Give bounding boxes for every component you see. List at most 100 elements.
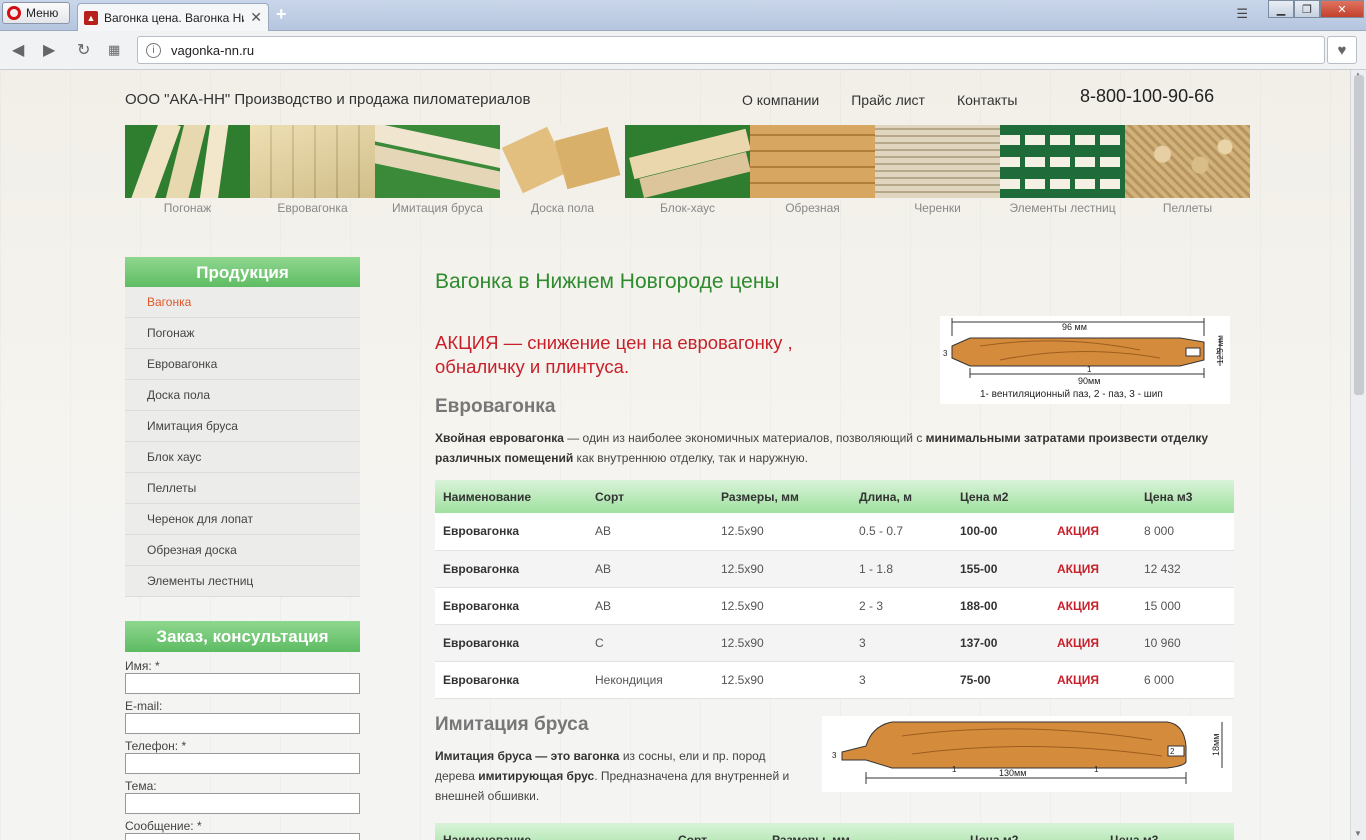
category-pellety[interactable]: Пеллеты bbox=[1125, 125, 1250, 215]
cell-name: Евровагонка bbox=[435, 661, 587, 699]
category-elementy-lestnic[interactable]: Элементы лестниц bbox=[1000, 125, 1125, 215]
cell-promo: АКЦИЯ bbox=[1049, 587, 1136, 625]
cell-name: Евровагонка bbox=[435, 624, 587, 662]
bookmark-heart-icon[interactable]: ♥ bbox=[1327, 36, 1357, 64]
cell-grade: Некондиция bbox=[587, 661, 713, 699]
dimension-top: 96 мм bbox=[1062, 322, 1087, 332]
marker-2b: 2 bbox=[1170, 747, 1175, 756]
cell-size: 12.5х90 bbox=[713, 624, 851, 662]
category-label: Пеллеты bbox=[1162, 201, 1213, 215]
phone-field[interactable] bbox=[125, 753, 360, 774]
reload-icon[interactable]: ↻ bbox=[77, 40, 90, 60]
marker-1b: 1 bbox=[952, 765, 957, 774]
sidebar-item-vagonka[interactable]: Вагонка bbox=[125, 287, 360, 318]
cell-promo: АКЦИЯ bbox=[1049, 624, 1136, 662]
table-header-row: Наименование Сорт Размеры, мм Длина, м Ц… bbox=[435, 480, 1234, 513]
sidebar-item-obreznaya[interactable]: Обрезная доска bbox=[125, 535, 360, 566]
col-name: Наименование bbox=[435, 823, 670, 840]
page-title: Вагонка в Нижнем Новгороде цены bbox=[435, 270, 780, 293]
imit-bold-1: Имитация бруса — это вагонка bbox=[435, 749, 620, 763]
sidebar-item-pellety[interactable]: Пеллеты bbox=[125, 473, 360, 504]
nav-pricelist[interactable]: Прайс лист bbox=[851, 92, 925, 108]
category-blok-haus[interactable]: Блок-хаус bbox=[625, 125, 750, 215]
subject-field[interactable] bbox=[125, 793, 360, 814]
sidebar-item-imitaciya-brusa[interactable]: Имитация бруса bbox=[125, 411, 360, 442]
cell-grade: АВ bbox=[587, 550, 713, 588]
window-controls: ▁ ❐ ✕ bbox=[1268, 0, 1364, 18]
sidebar-item-evrovagonka[interactable]: Евровагонка bbox=[125, 349, 360, 380]
cell-length: 2 - 3 bbox=[851, 587, 952, 625]
minimize-icon[interactable]: ▁ bbox=[1268, 0, 1294, 18]
site-info-icon[interactable]: i bbox=[146, 42, 161, 58]
forward-arrow-icon[interactable]: ▶ bbox=[43, 40, 55, 60]
page-scrollbar[interactable]: ▲ ▼ bbox=[1350, 70, 1366, 840]
order-heading: Заказ, консультация bbox=[125, 621, 360, 652]
name-label: Имя: * bbox=[125, 659, 160, 673]
evrovagonka-profile-diagram: 96 мм 90мм 1 2 3 12.5 мм 1- вентиляционн… bbox=[940, 316, 1230, 404]
message-field[interactable] bbox=[125, 833, 360, 840]
cell-price-m3: 15 000 bbox=[1136, 587, 1234, 625]
category-imitaciya-brusa[interactable]: Имитация бруса bbox=[375, 125, 500, 215]
sidebar-item-doska-pola[interactable]: Доска пола bbox=[125, 380, 360, 411]
maximize-icon[interactable]: ❐ bbox=[1294, 0, 1320, 18]
category-image bbox=[250, 125, 375, 198]
cell-size: 12.5х90 bbox=[713, 587, 851, 625]
diagram-legend: 1- вентиляционный паз, 2 - паз, 3 - шип bbox=[980, 389, 1163, 400]
site-favicon-icon: ▲ bbox=[84, 10, 98, 25]
marker-1c: 1 bbox=[1094, 765, 1099, 774]
email-label: E-mail: bbox=[125, 699, 163, 713]
category-obreznaya[interactable]: Обрезная bbox=[750, 125, 875, 215]
sidebar-item-lestnicy[interactable]: Элементы лестниц bbox=[125, 566, 360, 597]
tab-menu-icon[interactable]: ☰ bbox=[1236, 6, 1248, 22]
col-price-m2: Цена м2 bbox=[962, 823, 1102, 840]
category-label: Черенки bbox=[914, 201, 961, 215]
tab-close-icon[interactable]: ✕ bbox=[250, 9, 262, 26]
evrovagonka-intro: Хвойная евровагонка — один из наиболее э… bbox=[435, 428, 1235, 468]
cell-grade: АВ bbox=[587, 513, 713, 551]
category-image bbox=[500, 125, 625, 198]
cell-price-m2: 188-00 bbox=[952, 587, 1049, 625]
sidebar-item-pogonazh[interactable]: Погонаж bbox=[125, 318, 360, 349]
cell-price-m3: 8 000 bbox=[1136, 513, 1234, 551]
intro-text-1: — один из наиболее экономичных материало… bbox=[563, 431, 926, 445]
profile-drawing-2: 130мм 1 1 2 3 18мм bbox=[832, 721, 1223, 784]
category-cherenki[interactable]: Черенки bbox=[875, 125, 1000, 215]
scroll-down-icon[interactable]: ▼ bbox=[1354, 829, 1362, 838]
cell-grade: С bbox=[587, 624, 713, 662]
message-label: Сообщение: * bbox=[125, 819, 202, 833]
nav-contacts[interactable]: Контакты bbox=[957, 92, 1017, 108]
url-input[interactable]: i vagonka-nn.ru bbox=[137, 36, 1325, 64]
back-arrow-icon[interactable]: ◀ bbox=[12, 40, 24, 60]
phone-label: Телефон: * bbox=[125, 739, 187, 753]
browser-tab[interactable]: ▲ Вагонка цена. Вагонка Ни ✕ bbox=[77, 3, 269, 31]
email-field[interactable] bbox=[125, 713, 360, 734]
cell-promo: АКЦИЯ bbox=[1049, 550, 1136, 588]
category-label: Погонаж bbox=[163, 201, 212, 215]
nav-about[interactable]: О компании bbox=[742, 92, 819, 108]
table-header-row: Наименование Сорт Размеры, мм Цена м2 Це… bbox=[435, 823, 1234, 840]
cell-grade: АВ bbox=[587, 587, 713, 625]
name-field[interactable] bbox=[125, 673, 360, 694]
sidebar-item-cherenok[interactable]: Черенок для лопат bbox=[125, 504, 360, 535]
cell-promo: АКЦИЯ bbox=[1049, 661, 1136, 699]
category-image bbox=[625, 125, 750, 198]
new-tab-button[interactable]: + bbox=[276, 4, 287, 25]
category-evrovagonka[interactable]: Евровагонка bbox=[250, 125, 375, 215]
category-doska-pola[interactable]: Доска пола bbox=[500, 125, 625, 215]
col-size: Размеры, мм bbox=[764, 823, 962, 840]
speed-dial-grid-icon[interactable]: ▦ bbox=[108, 42, 120, 58]
cell-size: 12.5х90 bbox=[713, 550, 851, 588]
scroll-thumb[interactable] bbox=[1354, 75, 1364, 395]
address-bar: ◀ ▶ ↻ ▦ i vagonka-nn.ru ♥ bbox=[0, 31, 1366, 70]
table-row: Евровагонка АВ 12.5х90 0.5 - 0.7 100-00 … bbox=[435, 513, 1234, 551]
cell-price-m2: 155-00 bbox=[952, 550, 1049, 588]
menu-label: Меню bbox=[26, 6, 59, 20]
category-label: Блок-хаус bbox=[659, 201, 716, 215]
page-viewport: ООО "АКА-НН" Производство и продажа пило… bbox=[0, 70, 1350, 840]
opera-menu-button[interactable]: Меню bbox=[2, 2, 70, 24]
category-pogonazh[interactable]: Погонаж bbox=[125, 125, 250, 215]
close-window-icon[interactable]: ✕ bbox=[1320, 0, 1364, 18]
cell-size: 12.5х90 bbox=[713, 661, 851, 699]
sidebar-item-blok-haus[interactable]: Блок хаус bbox=[125, 442, 360, 473]
imit-bold-2: имитирующая брус bbox=[478, 769, 595, 783]
